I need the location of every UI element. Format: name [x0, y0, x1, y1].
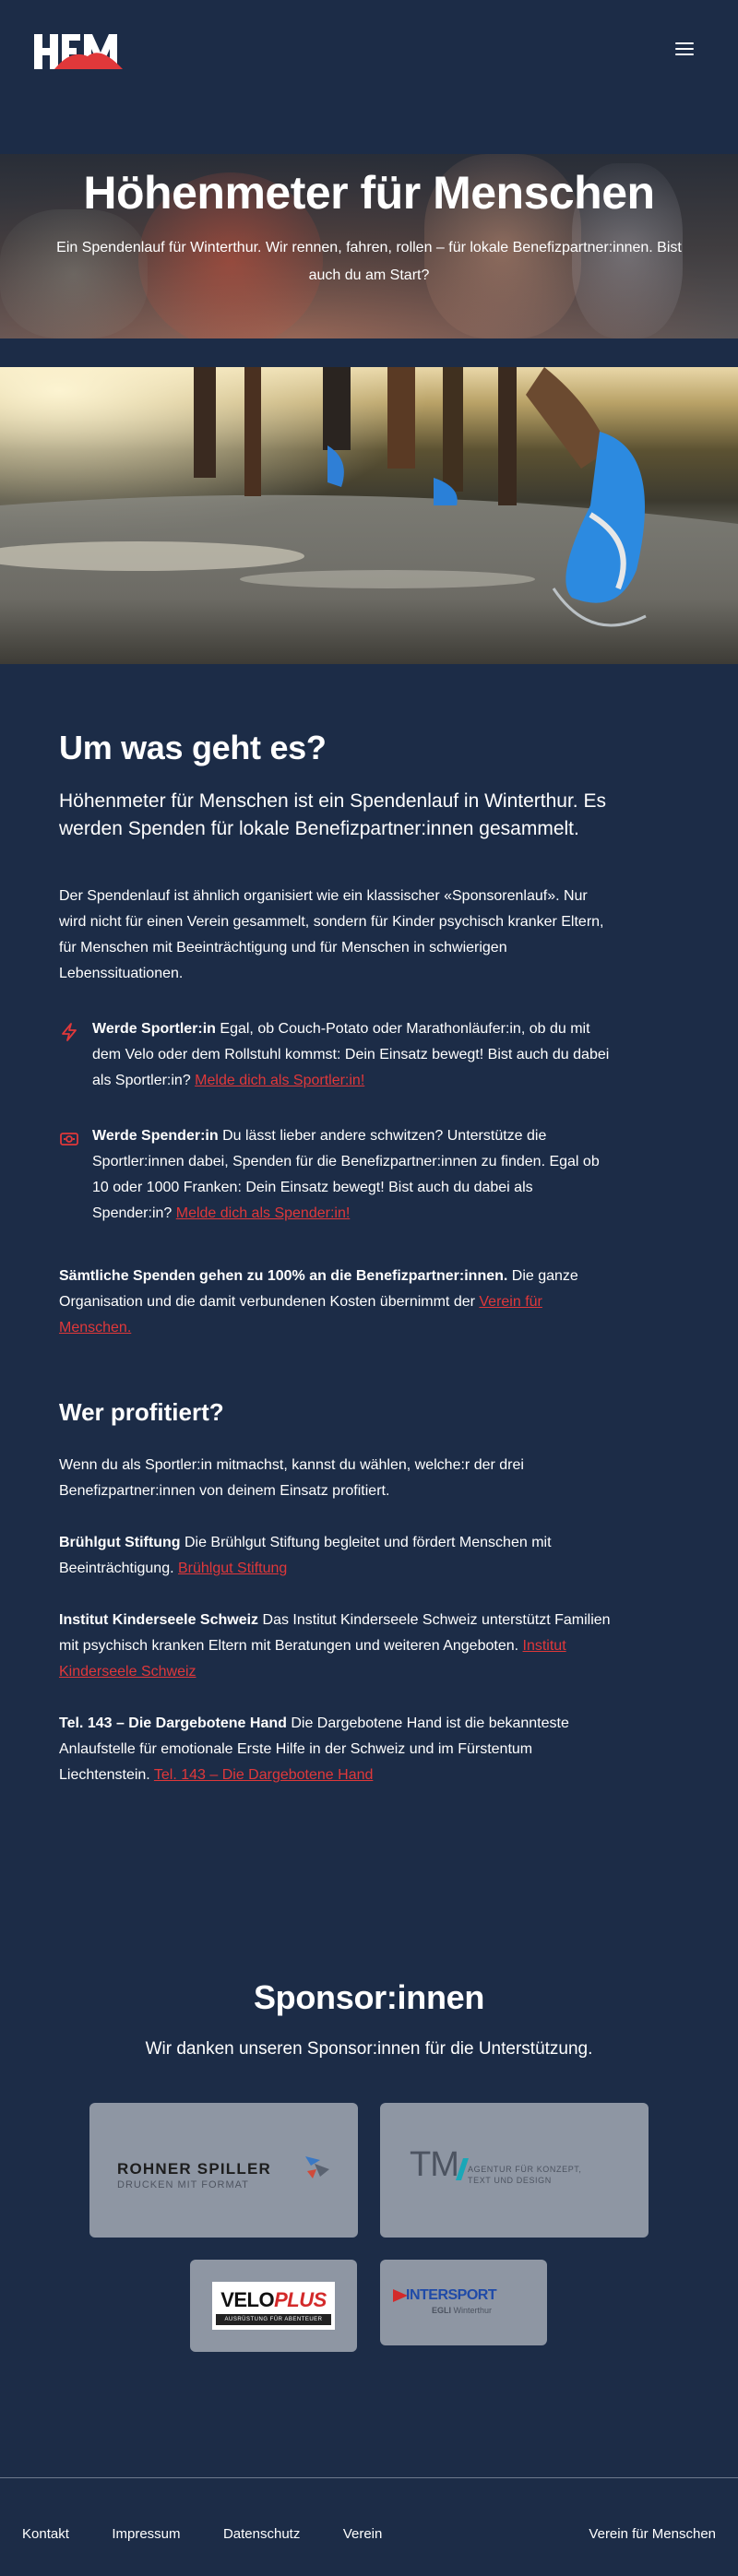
sponsor-tm[interactable]: TM AGENTUR FÜR KONZEPT, TEXT UND DESIGN	[380, 2103, 649, 2238]
signup-sportler-link[interactable]: Melde dich als Sportler:in!	[195, 1073, 364, 1088]
veloplus-logo: VELOPLUS AUSRÜSTUNG FÜR ABENTEUER	[212, 2282, 335, 2330]
sponsor-intersport[interactable]: INTERSPORT EGLI Winterthur	[380, 2260, 547, 2345]
sponsors-subtitle: Wir danken unseren Sponsor:innen für die…	[145, 2039, 593, 2059]
note-bold: Sämtliche Spenden gehen zu 100% an die B…	[59, 1268, 508, 1284]
sponsor-tagline: AUSRÜSTUNG FÜR ABENTEUER	[216, 2314, 331, 2325]
signup-spender-link[interactable]: Melde dich als Spender:in!	[176, 1205, 351, 1221]
main-content: Um was geht es? Höhenmeter für Menschen …	[59, 729, 613, 1788]
hamburger-icon	[675, 42, 694, 44]
feature-sportler: Werde Sportler:in Egal, ob Couch-Potato …	[59, 1016, 613, 1094]
site-footer: Kontakt Impressum Datenschutz Verein Ver…	[0, 2477, 738, 2576]
sponsors-heading: Sponsor:innen	[253, 1978, 485, 2016]
sponsor-rohner-spiller[interactable]: ROHNER SPILLER DRUCKEN MIT FORMAT	[89, 2103, 358, 2238]
sponsor-tagline: DRUCKEN MIT FORMAT	[117, 2179, 249, 2190]
sponsor-name: INTERSPORT	[406, 2287, 497, 2303]
beneficiary-name: Brühlgut Stiftung	[59, 1535, 181, 1550]
feature-title: Werde Spender:in	[92, 1128, 219, 1144]
hfm-logo[interactable]	[34, 32, 123, 71]
beneficiary-name: Institut Kinderseele Schweiz	[59, 1612, 259, 1628]
site-header	[0, 0, 738, 106]
beneficiaries-intro: Wenn du als Sportler:in mitmachst, kanns…	[59, 1457, 524, 1499]
sponsor-name: ROHNER SPILLER	[117, 2160, 271, 2178]
sponsor-tagline: AGENTUR FÜR KONZEPT, TEXT UND DESIGN	[468, 2165, 582, 2185]
beneficiaries-heading: Wer profitiert?	[59, 1398, 224, 1426]
runners-image	[0, 367, 738, 664]
footer-link-verein[interactable]: Verein	[343, 2526, 383, 2542]
feature-title: Werde Sportler:in	[92, 1021, 216, 1037]
hero-title: Höhenmeter für Menschen	[83, 167, 655, 219]
sponsor-tagline: EGLI Winterthur	[432, 2306, 493, 2315]
menu-button[interactable]	[675, 42, 694, 57]
feature-spender: Werde Spender:in Du lässt lieber andere …	[59, 1123, 613, 1227]
about-paragraph: Der Spendenlauf ist ähnlich organisiert …	[59, 888, 604, 981]
sponsor-name: TM	[410, 2145, 459, 2184]
rohner-spiller-logo-icon	[305, 2156, 329, 2178]
hero-subtitle: Ein Spendenlauf für Winterthur. Wir renn…	[56, 240, 682, 283]
beneficiary-tel143: Tel. 143 – Die Dargebotene Hand Die Darg…	[59, 1711, 613, 1788]
beneficiary-link-tel143[interactable]: Tel. 143 – Die Dargebotene Hand	[154, 1767, 374, 1783]
tm-slash-icon	[456, 2158, 469, 2180]
sponsor-veloplus[interactable]: VELOPLUS AUSRÜSTUNG FÜR ABENTEUER	[190, 2260, 357, 2352]
beneficiary-kinderseele: Institut Kinderseele Schweiz Das Institu…	[59, 1608, 613, 1685]
footer-link-impressum[interactable]: Impressum	[112, 2526, 180, 2542]
beneficiary-name: Tel. 143 – Die Dargebotene Hand	[59, 1715, 287, 1731]
hero-banner: Höhenmeter für Menschen Ein Spendenlauf …	[0, 154, 738, 338]
footer-org-name[interactable]: Verein für Menschen	[589, 2526, 716, 2542]
beneficiary-link-bruehlgut[interactable]: Brühlgut Stiftung	[178, 1561, 287, 1576]
sponsors-section: Sponsor:innen Wir danken unseren Sponsor…	[0, 1978, 738, 2352]
footer-link-datenschutz[interactable]: Datenschutz	[223, 2526, 300, 2542]
footer-nav: Kontakt Impressum Datenschutz Verein	[22, 2526, 421, 2543]
beneficiary-bruehlgut: Brühlgut Stiftung Die Brühlgut Stiftung …	[59, 1530, 613, 1582]
lightning-icon	[62, 1023, 77, 1041]
footer-link-kontakt[interactable]: Kontakt	[22, 2526, 69, 2542]
donation-note: Sämtliche Spenden gehen zu 100% an die B…	[59, 1264, 613, 1341]
about-heading: Um was geht es?	[59, 729, 327, 766]
about-lead: Höhenmeter für Menschen ist ein Spendenl…	[59, 790, 606, 839]
money-icon	[60, 1133, 78, 1146]
